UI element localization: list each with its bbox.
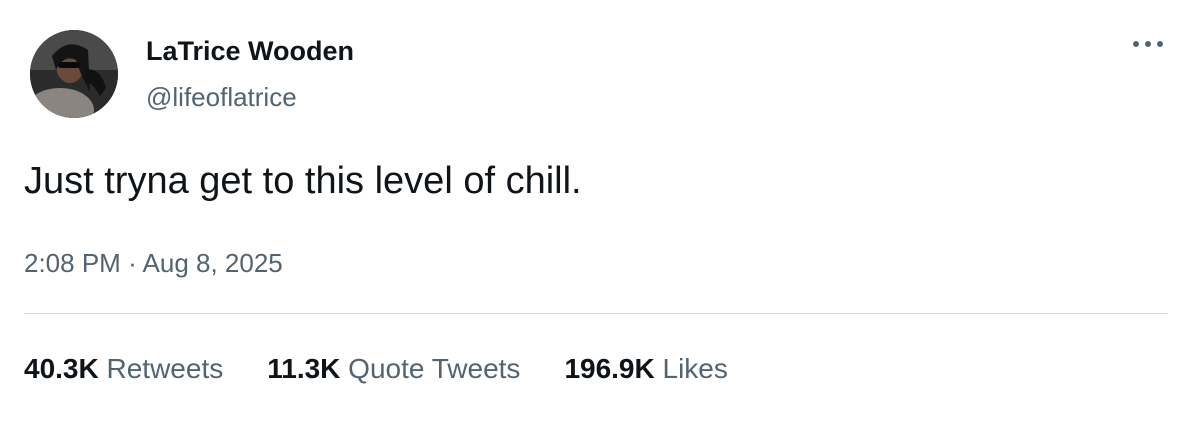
avatar-image <box>30 30 118 118</box>
tweet-date[interactable]: Aug 8, 2025 <box>143 248 283 278</box>
tweet-stats: 40.3K Retweets 11.3K Quote Tweets 196.9K… <box>24 353 772 385</box>
likes-count: 196.9K <box>564 353 655 384</box>
retweets-label: Retweets <box>106 353 224 384</box>
tweet-card: LaTrice Wooden @lifeoflatrice Just tryna… <box>0 0 1192 421</box>
avatar[interactable] <box>30 30 118 118</box>
retweets-count: 40.3K <box>24 353 99 384</box>
divider <box>24 313 1168 314</box>
quote-tweets-label: Quote Tweets <box>348 353 521 384</box>
quote-tweets-stat[interactable]: 11.3K Quote Tweets <box>267 353 520 385</box>
author-handle[interactable]: @lifeoflatrice <box>146 82 297 113</box>
more-horizontal-icon[interactable] <box>1128 34 1168 54</box>
tweet-text: Just tryna get to this level of chill. <box>24 160 582 202</box>
likes-stat[interactable]: 196.9K Likes <box>564 353 727 385</box>
quote-tweets-count: 11.3K <box>267 353 341 384</box>
author-display-name[interactable]: LaTrice Wooden <box>146 36 354 67</box>
tweet-timestamp[interactable]: 2:08 PM · Aug 8, 2025 <box>24 248 283 279</box>
tweet-time[interactable]: 2:08 PM <box>24 248 121 278</box>
retweets-stat[interactable]: 40.3K Retweets <box>24 353 223 385</box>
likes-label: Likes <box>662 353 728 384</box>
meta-separator: · <box>128 248 137 278</box>
